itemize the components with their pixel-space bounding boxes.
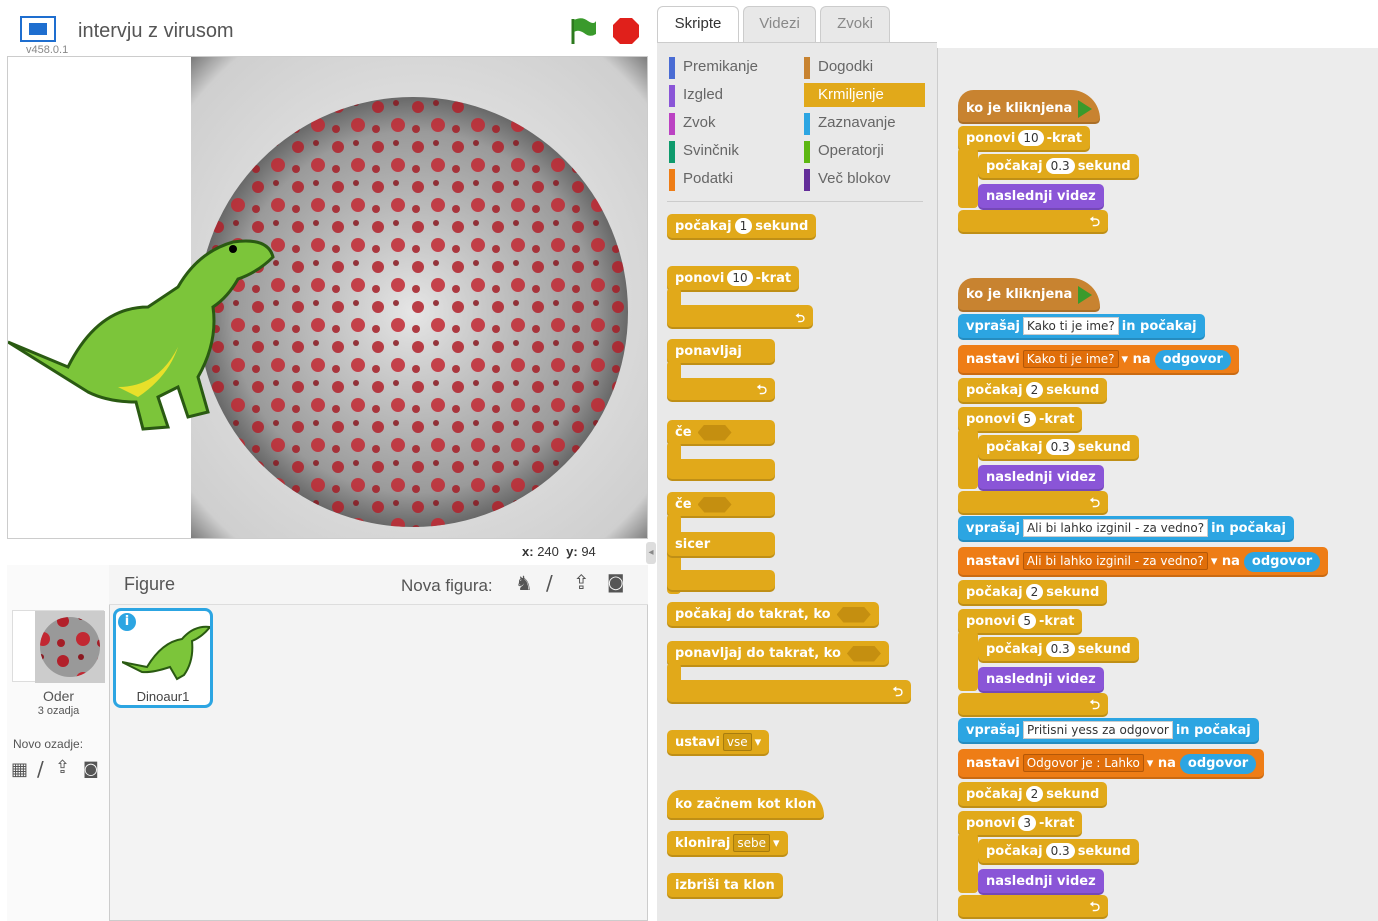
y-value: 94 — [581, 544, 596, 559]
backdrop-count: 3 ozadja — [37, 705, 80, 717]
forever-arrow-icon: ⮌ — [667, 378, 775, 402]
green-flag-icon — [1078, 99, 1093, 118]
brush-icon[interactable]: / — [37, 757, 44, 781]
category-looks[interactable]: Izgled — [669, 83, 723, 107]
sprite-library-icon[interactable]: ♞ — [515, 571, 533, 595]
stop-block[interactable]: ustavi vse ▾ — [667, 730, 770, 756]
category-operators[interactable]: Operatorji — [804, 139, 884, 163]
sprites-heading: Figure — [124, 574, 176, 594]
if-else-block[interactable]: če — [667, 492, 775, 518]
repeat-block[interactable]: ponovi 10 -krat — [958, 126, 1091, 152]
scripts-area[interactable]: ko je kliknjena ponovi 10 -krat počakaj 0.3… — [937, 48, 1378, 921]
when-clone-hat[interactable]: ko začnem kot klon — [667, 790, 825, 820]
collapse-stage-handle[interactable]: ◂ — [646, 542, 656, 564]
if-block-end — [667, 459, 775, 481]
tab-costumes[interactable]: Videzi — [743, 6, 816, 42]
tab-sounds[interactable]: Zvoki — [820, 6, 890, 42]
upload-backdrop-icon[interactable]: ⇪ — [55, 757, 70, 778]
y-label: y: — [566, 544, 578, 559]
repeat-end-arrow: ⮌ — [958, 693, 1108, 717]
paint-sprite-icon[interactable]: / — [546, 571, 553, 595]
repeat-arm — [958, 429, 978, 489]
category-data[interactable]: Podatki — [669, 167, 733, 191]
category-more-blocks[interactable]: Več blokov — [804, 167, 891, 191]
next-costume-block[interactable]: naslednji videz — [978, 869, 1104, 895]
repeat-end-arrow: ⮌ — [958, 210, 1108, 234]
presentation-mode-icon[interactable] — [20, 16, 56, 42]
paint-backdrop-icon[interactable]: ▦ — [11, 759, 28, 780]
repeat-end-arrow: ⮌ — [958, 895, 1108, 919]
else-label: sicer — [667, 532, 775, 558]
green-flag-icon — [1078, 285, 1093, 304]
forever-block[interactable]: ponavljaj — [667, 339, 775, 365]
new-backdrop-label: Novo ozadje: — [13, 737, 84, 751]
loop-arrow-icon: ⮌ — [667, 305, 813, 329]
set-variable-block[interactable]: nastavi Odgovor je : Lahko ▾ na odgovor — [958, 749, 1265, 779]
new-sprite-label: Nova figura: — [401, 576, 493, 595]
ask-block[interactable]: vprašaj Ali bi lahko izginil - za vedno? i… — [958, 516, 1294, 542]
camera-icon[interactable]: ◙ — [83, 759, 99, 778]
ask-block[interactable]: vprašaj Pritisni yess za odgovor in počaka… — [958, 718, 1259, 744]
version-label: v458.0.1 — [26, 44, 69, 56]
wait-block[interactable]: počakaj 2 sekund — [958, 580, 1108, 606]
stage[interactable] — [7, 56, 648, 539]
category-sensing[interactable]: Zaznavanje — [804, 111, 896, 135]
wait-block[interactable]: počakaj 0.3 sekund — [978, 637, 1139, 663]
stop-icon[interactable] — [612, 17, 640, 45]
wait-until-block[interactable]: počakaj do takrat, ko — [667, 602, 879, 628]
ask-block[interactable]: vprašaj Kako ti je ime? in počakaj — [958, 314, 1205, 340]
wait-block[interactable]: počakaj 2 sekund — [958, 378, 1108, 404]
block-palette: Premikanje Izgled Zvok Svinčnik Podatki … — [657, 42, 937, 921]
repeat-until-block[interactable]: ponavljaj do takrat, ko — [667, 641, 889, 667]
repeat-end-arrow: ⮌ — [958, 491, 1108, 515]
wait-block[interactable]: počakaj 2 sekund — [958, 782, 1108, 808]
camera-sprite-icon[interactable]: ◙ — [607, 572, 624, 593]
wait-block[interactable]: počakaj 0.3 sekund — [978, 435, 1139, 461]
next-costume-block[interactable]: naslednji videz — [978, 184, 1104, 210]
when-flag-clicked-hat-2[interactable]: ko je kliknjena — [958, 278, 1101, 312]
repeat-until-arrow-icon: ⮌ — [667, 680, 911, 704]
mouse-coordinates: x: 240 y: 94 — [522, 544, 596, 559]
dinosaur-thumbnail — [122, 625, 210, 681]
set-variable-block[interactable]: nastavi Kako ti je ime? ▾ na odgovor — [958, 345, 1239, 375]
when-flag-clicked-hat[interactable]: ko je kliknjena — [958, 90, 1101, 124]
category-events[interactable]: Dogodki — [804, 55, 873, 79]
tab-scripts[interactable]: Skripte — [657, 6, 739, 42]
green-flag-icon[interactable] — [568, 16, 598, 46]
if-else-block-end — [667, 570, 775, 592]
stage-header: intervju z virusom v458.0.1 — [0, 0, 655, 56]
repeat-block[interactable]: ponovi 10 -krat — [667, 266, 800, 292]
x-label: x: — [522, 544, 534, 559]
wait-block[interactable]: počakaj 0.3 sekund — [978, 154, 1139, 180]
x-value: 240 — [537, 544, 559, 559]
wait-block[interactable]: počakaj 0.3 sekund — [978, 839, 1139, 865]
wait-block[interactable]: počakaj 1 sekund — [667, 214, 817, 240]
stage-backdrop — [8, 57, 647, 538]
clone-block[interactable]: kloniraj sebe ▾ — [667, 831, 788, 857]
stage-column: Oder 3 ozadja Novo ozadje: ▦ / ⇪ ◙ — [7, 565, 110, 921]
next-costume-block[interactable]: naslednji videz — [978, 667, 1104, 693]
category-pen[interactable]: Svinčnik — [669, 139, 739, 163]
set-variable-block[interactable]: nastavi Ali bi lahko izginil - za vedno? ▾… — [958, 547, 1329, 577]
stage-thumbnail[interactable] — [12, 610, 105, 683]
sprite-name: Dinoaur1 — [136, 689, 190, 704]
if-block[interactable]: če — [667, 420, 775, 446]
sprite-header: Figure Nova figura: ♞ / ⇪ ◙ — [109, 565, 648, 605]
sprite-tile[interactable]: i Dinoaur1 — [113, 608, 213, 708]
repeat-arm — [958, 148, 978, 208]
category-motion[interactable]: Premikanje — [669, 55, 758, 79]
category-control[interactable]: Krmiljenje — [804, 83, 925, 107]
upload-sprite-icon[interactable]: ⇪ — [573, 570, 590, 594]
stage-name: Oder — [42, 688, 75, 704]
palette-divider — [667, 201, 923, 202]
category-sound[interactable]: Zvok — [669, 111, 716, 135]
delete-clone-block[interactable]: izbriši ta klon — [667, 873, 783, 899]
project-title[interactable]: intervju z virusom — [78, 20, 234, 43]
next-costume-block[interactable]: naslednji videz — [978, 465, 1104, 491]
repeat-arm — [958, 833, 978, 893]
repeat-arm — [958, 631, 978, 691]
